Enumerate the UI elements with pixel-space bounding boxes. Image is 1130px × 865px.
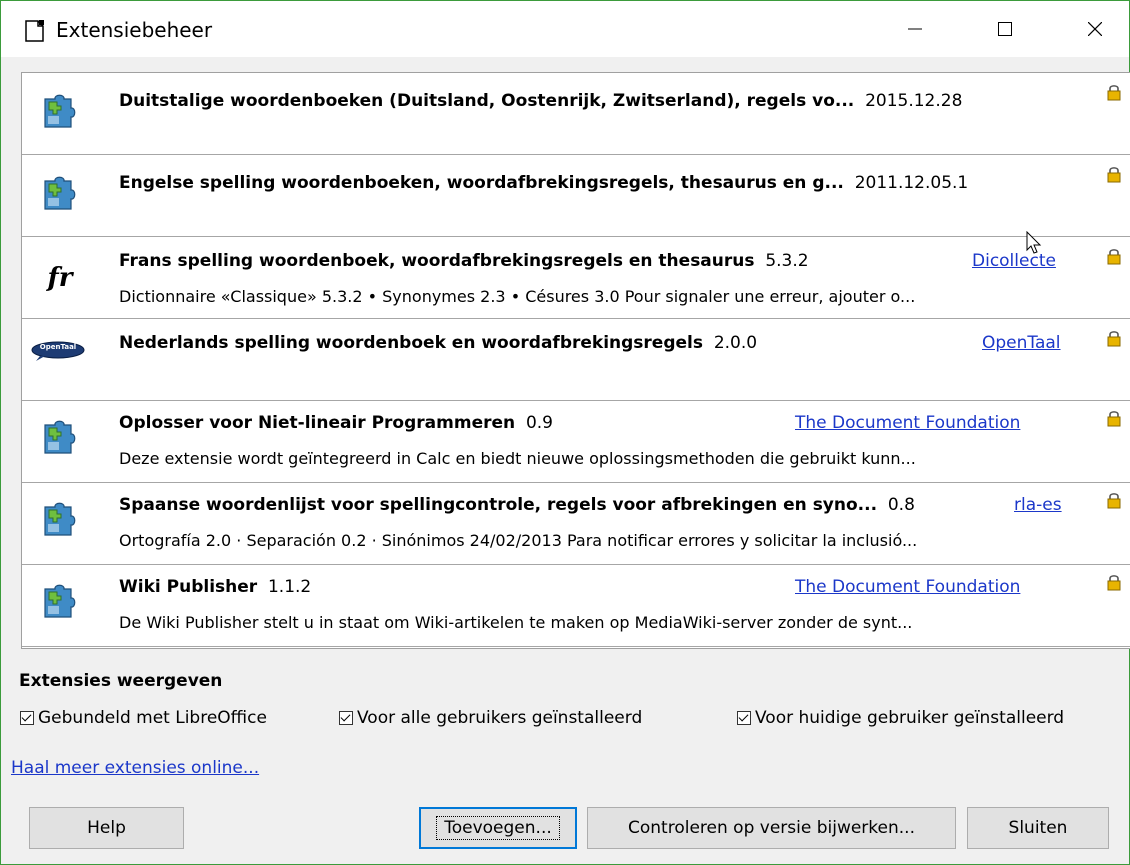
- title-bar: Extensiebeheer: [1, 1, 1129, 57]
- document-icon: [25, 20, 44, 42]
- lock-icon: [1107, 411, 1121, 427]
- opentaal-logo-icon: OpenTaal: [30, 341, 86, 361]
- extension-name: Oplosser voor Niet-lineair Programmeren: [119, 413, 516, 433]
- checkbox-checked-icon: [339, 711, 353, 725]
- extension-row[interactable]: Spaanse woordenlijst voor spellingcontro…: [22, 483, 1130, 565]
- help-button-label: Help: [87, 818, 126, 838]
- extension-manager-window: Extensiebeheer Duitstalige woordenboeken…: [0, 0, 1130, 865]
- extension-title: Oplosser voor Niet-lineair Programmeren …: [119, 413, 553, 433]
- publisher-link[interactable]: Dicollecte: [972, 251, 1056, 271]
- add-button-label: Toevoegen...: [436, 816, 560, 840]
- puzzle-icon: [44, 176, 76, 210]
- extension-row[interactable]: Oplosser voor Niet-lineair Programmeren …: [22, 401, 1130, 483]
- extension-row[interactable]: OpenTaal Nederlands spelling woordenboek…: [22, 319, 1130, 401]
- extension-name: Frans spelling woordenboek, woordafbreki…: [119, 251, 755, 271]
- extension-name: Spaanse woordenlijst voor spellingcontro…: [119, 495, 878, 515]
- extension-title: Spaanse woordenlijst voor spellingcontro…: [119, 495, 915, 515]
- extension-description: Deze extensie wordt geïntegreerd in Calc…: [119, 449, 916, 468]
- show-extensions-heading: Extensies weergeven: [19, 671, 223, 691]
- extension-version: 0.9: [525, 413, 553, 433]
- lock-icon: [1107, 85, 1121, 101]
- extension-title: Wiki Publisher 1.1.2: [119, 577, 311, 597]
- extension-version: 2.0.0: [713, 333, 758, 353]
- all-users-checkbox-label: Voor alle gebruikers geïnstalleerd: [357, 708, 643, 728]
- get-more-extensions-link[interactable]: Haal meer extensies online...: [11, 758, 259, 778]
- puzzle-icon: [44, 584, 76, 618]
- extension-row[interactable]: fr Frans spelling woordenboek, woordafbr…: [22, 237, 1130, 319]
- extension-description: Dictionnaire «Classique» 5.3.2 • Synonym…: [119, 287, 916, 306]
- minimize-icon: [908, 28, 922, 30]
- lock-icon: [1107, 249, 1121, 265]
- close-window-button[interactable]: [1051, 1, 1130, 57]
- check-updates-button[interactable]: Controleren op versie bijwerken...: [587, 807, 956, 849]
- extension-version: 5.3.2: [765, 251, 809, 271]
- extension-row[interactable]: Duitstalige woordenboeken (Duitsland, Oo…: [22, 73, 1130, 155]
- fr-icon: fr: [47, 263, 73, 293]
- extension-title: Engelse spelling woordenboeken, woordafb…: [119, 173, 968, 193]
- extension-row[interactable]: Wiki Publisher 1.1.2 The Document Founda…: [22, 565, 1130, 647]
- extension-title: Nederlands spelling woordenboek en woord…: [119, 333, 757, 353]
- publisher-link[interactable]: The Document Foundation: [795, 413, 1020, 433]
- extension-title: Frans spelling woordenboek, woordafbreki…: [119, 251, 809, 271]
- puzzle-icon: [44, 502, 76, 536]
- extension-name: Nederlands spelling woordenboek en woord…: [119, 333, 703, 353]
- mouse-cursor-icon: [1026, 231, 1042, 254]
- extension-name: Duitstalige woordenboeken (Duitsland, Oo…: [119, 91, 855, 111]
- extension-description: Ortografía 2.0 · Separación 0.2 · Sinóni…: [119, 531, 918, 550]
- extension-row[interactable]: Engelse spelling woordenboeken, woordafb…: [22, 155, 1130, 237]
- extension-name: Engelse spelling woordenboeken, woordafb…: [119, 173, 844, 193]
- all-users-checkbox[interactable]: Voor alle gebruikers geïnstalleerd: [339, 708, 642, 728]
- add-button[interactable]: Toevoegen...: [419, 807, 577, 849]
- close-button-label: Sluiten: [1008, 818, 1068, 838]
- help-button[interactable]: Help: [29, 807, 184, 849]
- puzzle-icon: [44, 420, 76, 454]
- checkbox-checked-icon: [737, 711, 751, 725]
- close-button[interactable]: Sluiten: [967, 807, 1109, 849]
- check-updates-button-label: Controleren op versie bijwerken...: [628, 818, 915, 838]
- publisher-link[interactable]: The Document Foundation: [795, 577, 1020, 597]
- bundled-checkbox[interactable]: Gebundeld met LibreOffice: [20, 708, 267, 728]
- maximize-button[interactable]: [961, 1, 1049, 57]
- extension-version: 2011.12.05.1: [854, 173, 969, 193]
- checkbox-checked-icon: [20, 711, 34, 725]
- lock-icon: [1107, 575, 1121, 591]
- current-user-checkbox[interactable]: Voor huidige gebruiker geïnstalleerd: [737, 708, 1064, 728]
- lock-icon: [1107, 493, 1121, 509]
- bundled-checkbox-label: Gebundeld met LibreOffice: [38, 708, 267, 728]
- close-icon: [1088, 22, 1102, 36]
- extension-version: 1.1.2: [267, 577, 312, 597]
- extension-description: De Wiki Publisher stelt u in staat om Wi…: [119, 613, 913, 632]
- publisher-link[interactable]: OpenTaal: [982, 333, 1061, 353]
- extension-list[interactable]: Duitstalige woordenboeken (Duitsland, Oo…: [21, 72, 1130, 649]
- extension-version: 2015.12.28: [865, 91, 963, 111]
- maximize-icon: [998, 22, 1012, 36]
- puzzle-icon: [44, 94, 76, 128]
- lock-icon: [1107, 331, 1121, 347]
- opentaal-logo-text: OpenTaal: [39, 343, 77, 351]
- minimize-button[interactable]: [871, 1, 959, 57]
- extension-version: 0.8: [887, 495, 915, 515]
- window-title: Extensiebeheer: [56, 18, 213, 42]
- publisher-link[interactable]: rla-es: [1014, 495, 1062, 515]
- extension-title: Duitstalige woordenboeken (Duitsland, Oo…: [119, 91, 962, 111]
- current-user-checkbox-label: Voor huidige gebruiker geïnstalleerd: [755, 708, 1065, 728]
- extension-name: Wiki Publisher: [119, 577, 258, 597]
- lock-icon: [1107, 167, 1121, 183]
